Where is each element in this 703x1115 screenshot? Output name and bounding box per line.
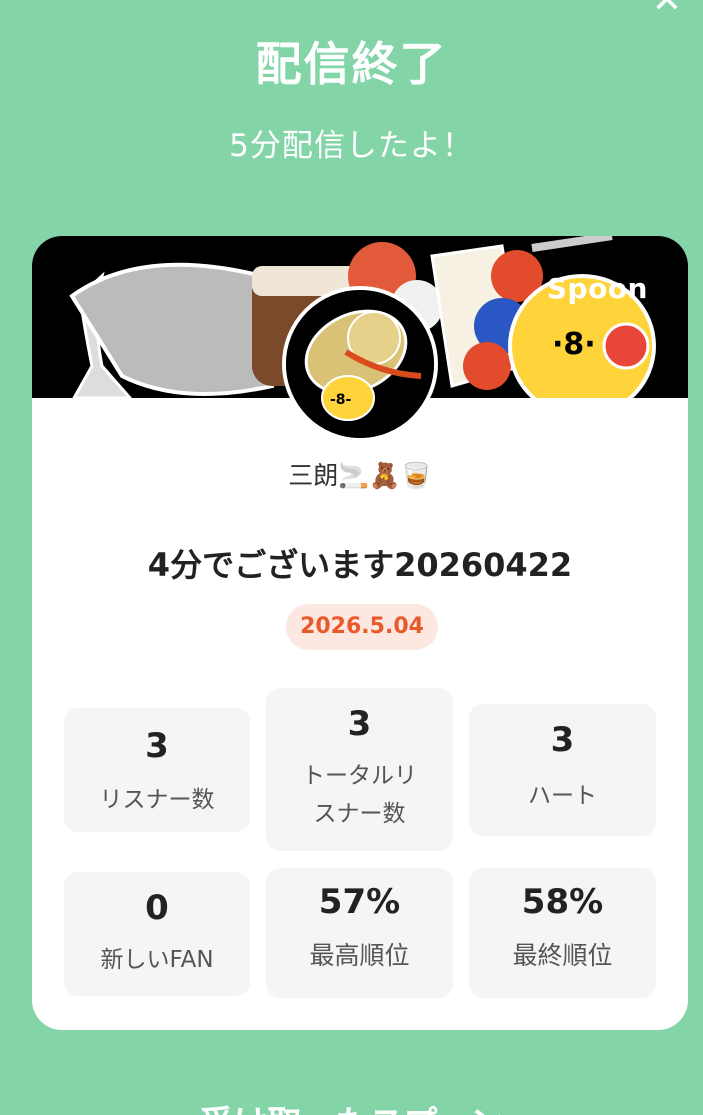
stat-highest-rank: 57% 最高順位 [266,868,453,998]
date-badge: 2026.5.04 [286,604,438,650]
stat-new-fans: 0 新しいFAN [64,872,250,996]
stat-label: リスナー数 [99,787,215,813]
stat-value: 3 [145,726,169,766]
avatar-image: -8- [286,290,434,438]
page-title: 配信終了 [255,37,448,91]
stat-value: 57% [318,882,401,922]
broadcast-title: 4分でございます20260422 [147,546,573,584]
stat-label: 最高順位 [309,941,410,970]
received-spoons-heading: 受け取ったスプーン [0,1096,703,1115]
username: 三朗🚬🧸🥃 [288,461,432,490]
spoon-logo: Spoon [546,272,648,305]
stat-label: 新しいFAN [100,947,214,973]
stat-value: 58% [521,882,604,922]
stat-total-listeners: 3 トータルリスナー数 [266,688,453,851]
stat-value: 3 [347,704,372,744]
avatar[interactable]: -8- [282,286,438,442]
stat-label: 最終順位 [512,941,613,970]
stat-value: 3 [550,720,575,760]
broadcast-end-screen: ✕ 配信終了 5分配信したよ！ ·8· Spoon -8- 三朗🚬🧸🥃 4分でご… [0,0,703,1115]
close-icon[interactable]: ✕ [647,0,687,19]
stat-final-rank: 58% 最終順位 [469,868,656,998]
stat-listeners: 3 リスナー数 [64,708,250,832]
svg-text:·8·: ·8· [552,327,596,362]
stat-hearts: 3 ハート [469,704,656,836]
page-subtitle: 5分配信したよ！ [229,128,474,164]
stat-value: 0 [145,888,169,928]
summary-card: ·8· Spoon -8- 三朗🚬🧸🥃 4分でございます20260422 202… [32,236,688,1030]
svg-text:-8-: -8- [330,392,352,408]
stat-label: ハート [528,783,597,809]
stat-label: トータルリスナー数 [302,763,417,827]
